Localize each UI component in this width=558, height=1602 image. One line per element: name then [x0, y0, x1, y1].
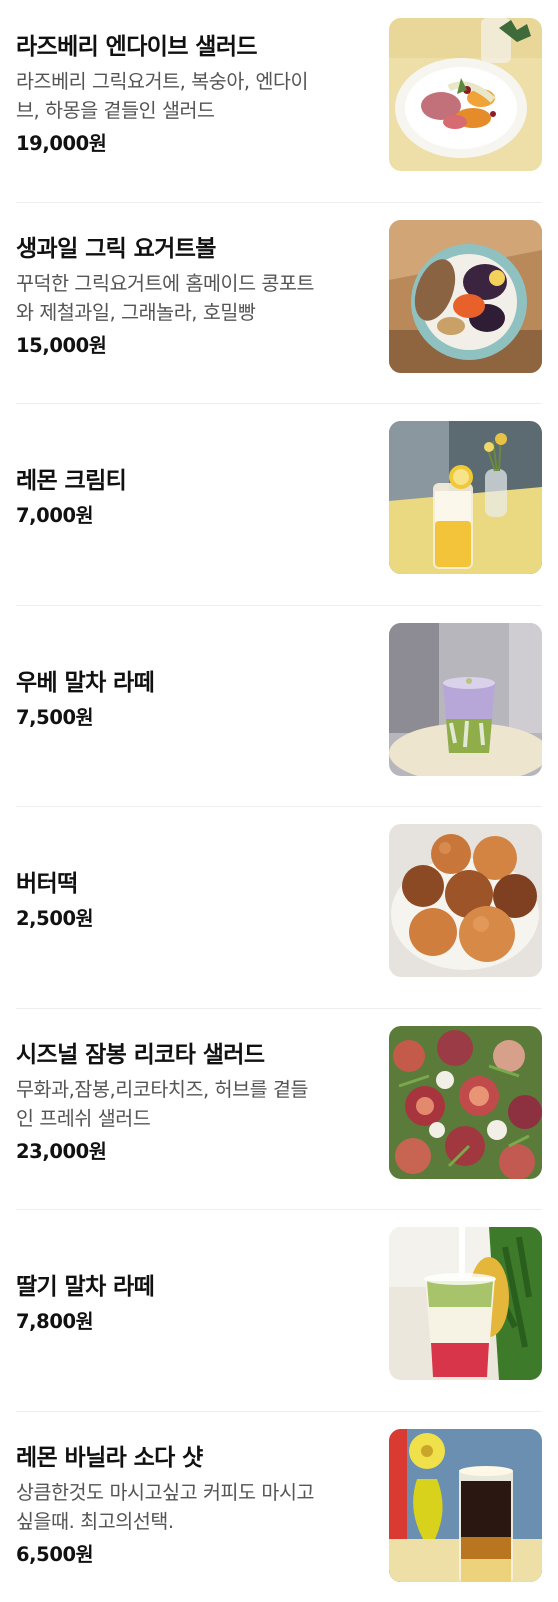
menu-item-info: 시즈널 잠봉 리코타 샐러드 무화과,잠봉,리코타치즈, 허브를 곁들 인 프레…: [16, 1026, 389, 1181]
menu-item-description: 라즈베리 그릭요거트, 복숭아, 엔다이 브, 하몽을 곁들인 샐러드: [16, 67, 367, 125]
menu-item-name: 레몬 바닐라 소다 샷: [16, 1444, 203, 1471]
menu-item-photo[interactable]: [389, 824, 542, 977]
menu-item-butter-rice-cake[interactable]: 버터떡 2,500원: [0, 806, 558, 1008]
menu-item-price: 2,500원: [16, 907, 94, 930]
menu-item-photo[interactable]: [389, 18, 542, 171]
menu-item-price: 7,000원: [16, 504, 94, 527]
menu-item-ube-matcha-latte[interactable]: 우베 말차 라떼 7,500원: [0, 604, 558, 807]
menu-item-description-line: 인 프레쉬 샐러드: [16, 1106, 151, 1130]
menu-item-price: 7,800원: [16, 1310, 94, 1333]
menu-item-name: 버터떡: [16, 871, 78, 897]
menu-item-description-line: 브, 하몽을 곁들인 샐러드: [16, 99, 215, 122]
menu-item-photo[interactable]: [389, 421, 542, 574]
menu-item-name: 라즈베리 엔다이브 샐러드: [16, 34, 258, 60]
menu-item-description: 무화과,잠봉,리코타치즈, 허브를 곁들 인 프레쉬 샐러드: [16, 1075, 367, 1133]
menu-item-strawberry-matcha-latte[interactable]: 딸기 말차 라떼 7,800원: [0, 1209, 558, 1411]
menu-item-name: 레몬 크림티: [16, 468, 127, 494]
menu-item-name: 우베 말차 라떼: [16, 669, 155, 696]
menu-item-info: 버터떡 2,500원: [16, 824, 389, 979]
menu-item-description: 꾸덕한 그릭요거트에 홈메이드 콩포트 와 제철과일, 그래놀라, 호밀빵: [16, 269, 367, 327]
menu-item-seasonal-jambon-ricotta-salad[interactable]: 시즈널 잠봉 리코타 샐러드 무화과,잠봉,리코타치즈, 허브를 곁들 인 프레…: [0, 1007, 558, 1210]
menu-item-price: 23,000원: [16, 1139, 107, 1163]
lemon-cream-tea-photo: [389, 421, 542, 574]
menu-item-price: 15,000원: [16, 333, 107, 357]
menu-item-photo[interactable]: [389, 1428, 542, 1582]
greek-yogurt-bowl-photo: [389, 219, 542, 373]
menu-item-name: 시즈널 잠봉 리코타 샐러드: [16, 1041, 265, 1068]
menu-item-photo[interactable]: [389, 1227, 542, 1380]
menu-item-description-line: 상큼한것도 마시고싶고 커피도 마시고: [16, 1480, 315, 1504]
menu-item-description-line: 와 제철과일, 그래놀라, 호밀빵: [16, 300, 256, 324]
menu-item-photo[interactable]: [389, 219, 542, 373]
lemon-vanilla-soda-shot-photo: [389, 1428, 542, 1582]
menu-item-description-line: 꾸덕한 그릭요거트에 홈메이드 콩포트: [16, 271, 315, 295]
seasonal-jambon-ricotta-salad-photo: [389, 1025, 542, 1179]
menu-item-info: 레몬 크림티 7,000원: [16, 421, 389, 576]
menu-item-price: 19,000원: [16, 132, 107, 155]
menu-item-description-line: 무화과,잠봉,리코타치즈, 허브를 곁들: [16, 1077, 309, 1101]
ube-matcha-latte-photo: [389, 622, 542, 776]
menu-item-name: 딸기 말차 라떼: [16, 1274, 155, 1300]
menu-item-description: 상큼한것도 마시고싶고 커피도 마시고 싶을때. 최고의선택.: [16, 1478, 367, 1536]
menu-item-name: 생과일 그릭 요거트볼: [16, 235, 216, 262]
menu-item-lemon-vanilla-soda-shot[interactable]: 레몬 바닐라 소다 샷 상큼한것도 마시고싶고 커피도 마시고 싶을때. 최고의…: [0, 1410, 558, 1602]
menu-item-info: 라즈베리 엔다이브 샐러드 라즈베리 그릭요거트, 복숭아, 엔다이 브, 하몽…: [16, 18, 389, 173]
menu-item-greek-yogurt-bowl[interactable]: 생과일 그릭 요거트볼 꾸덕한 그릭요거트에 홈메이드 콩포트 와 제철과일, …: [0, 201, 558, 404]
menu-item-info: 생과일 그릭 요거트볼 꾸덕한 그릭요거트에 홈메이드 콩포트 와 제철과일, …: [16, 220, 389, 375]
strawberry-matcha-latte-photo: [389, 1227, 542, 1380]
menu-list: 라즈베리 엔다이브 샐러드 라즈베리 그릭요거트, 복숭아, 엔다이 브, 하몽…: [0, 0, 558, 1602]
menu-item-description-line: 라즈베리 그릭요거트, 복숭아, 엔다이: [16, 70, 309, 93]
menu-item-lemon-cream-tea[interactable]: 레몬 크림티 7,000원: [0, 403, 558, 605]
menu-item-info: 레몬 바닐라 소다 샷 상큼한것도 마시고싶고 커피도 마시고 싶을때. 최고의…: [16, 1429, 389, 1584]
menu-item-raspberry-endive-salad[interactable]: 라즈베리 엔다이브 샐러드 라즈베리 그릭요거트, 복숭아, 엔다이 브, 하몽…: [0, 0, 558, 202]
menu-item-info: 우베 말차 라떼 7,500원: [16, 623, 389, 778]
menu-item-description-line: 싶을때. 최고의선택.: [16, 1509, 174, 1533]
menu-item-info: 딸기 말차 라떼 7,800원: [16, 1227, 389, 1382]
butter-rice-cake-photo: [389, 824, 542, 977]
menu-item-photo[interactable]: [389, 1025, 542, 1179]
menu-item-price: 7,500원: [16, 705, 94, 729]
raspberry-endive-salad-photo: [389, 18, 542, 171]
menu-item-photo[interactable]: [389, 622, 542, 776]
menu-item-price: 6,500원: [16, 1542, 94, 1566]
